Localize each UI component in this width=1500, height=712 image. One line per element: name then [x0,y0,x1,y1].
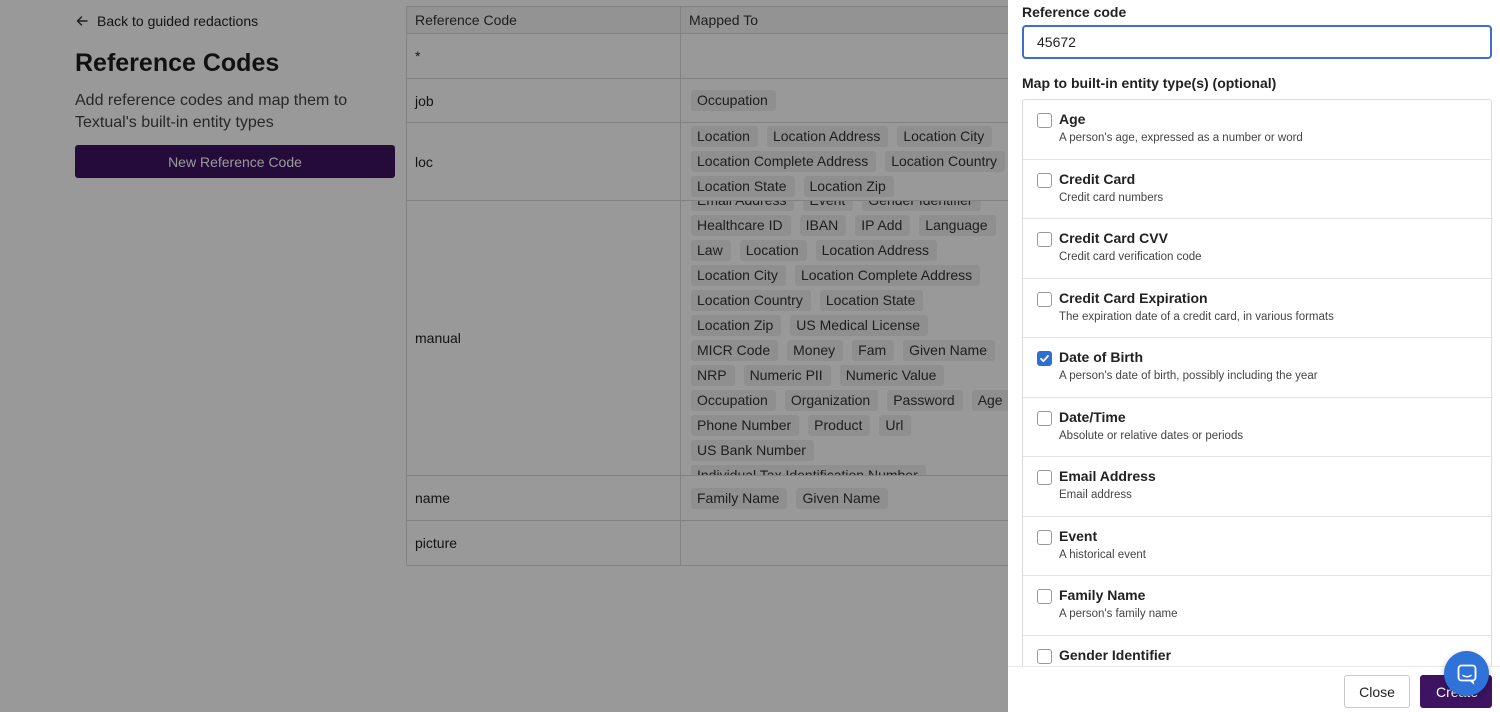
entity-type-description: Email address [1059,489,1132,501]
entity-type-option[interactable]: Family Name A person's family name [1023,576,1491,636]
entity-type-option[interactable]: Age A person's age, expressed as a number… [1023,100,1491,160]
entity-type-name: Event [1059,527,1098,544]
entity-type-option[interactable]: Credit Card Expiration The expiration dat… [1023,279,1491,338]
check-icon [1040,355,1049,363]
entity-type-list[interactable]: Age A person's age, expressed as a number… [1022,99,1492,666]
modal-backdrop[interactable] [0,0,1008,712]
entity-type-option[interactable]: Gender Identifier [1023,636,1491,667]
entity-type-description: Absolute or relative dates or periods [1059,429,1244,442]
checkbox[interactable] [1037,529,1052,545]
checkbox[interactable] [1037,113,1052,128]
chat-bubble-icon [1457,664,1476,685]
entity-type-name: Date/Time [1059,408,1126,425]
checkbox[interactable] [1037,232,1052,247]
create-reference-code-drawer: Reference code Map to built-in entity ty… [1008,0,1500,712]
entity-type-description: A person's age, expressed as a number or… [1059,132,1303,144]
reference-code-label: Reference code [1022,4,1127,20]
entity-type-option[interactable]: Credit Card Credit card numbers [1023,160,1491,219]
checkbox[interactable] [1037,172,1052,188]
entity-type-option[interactable]: Date of Birth A person's date of birth, p… [1023,338,1491,398]
entity-type-name: Email Address [1059,468,1156,484]
entity-type-description: A person's family name [1059,608,1178,620]
entity-type-description: A person's date of birth, possibly inclu… [1059,370,1318,382]
checkbox[interactable] [1037,351,1052,366]
entity-type-option[interactable]: Email Address Email address [1023,457,1491,517]
reference-code-input[interactable] [1022,25,1492,59]
drawer-footer: Close Create [1008,666,1500,712]
close-button[interactable]: Close [1344,675,1410,708]
entity-type-name: Credit Card CVV [1059,230,1168,246]
entity-type-name: Date of Birth [1059,349,1143,365]
checkbox[interactable] [1037,648,1052,664]
checkbox[interactable] [1037,410,1052,426]
checkbox[interactable] [1037,470,1052,485]
entity-type-option[interactable]: Event A historical event [1023,517,1491,576]
entity-type-option[interactable]: Credit Card CVV Credit card verification … [1023,219,1491,279]
entity-type-name: Age [1059,111,1086,127]
entity-type-description: Credit card verification code [1059,251,1202,263]
entity-type-name: Gender Identifier [1059,646,1172,663]
entity-type-description: A historical event [1059,548,1146,561]
entity-type-description: The expiration date of a credit card, in… [1059,310,1334,323]
entity-type-name: Credit Card Expiration [1059,289,1208,306]
entity-type-option[interactable]: Date/Time Absolute or relative dates or p… [1023,398,1491,457]
entity-type-description: Credit card numbers [1059,191,1164,204]
chat-launcher-button[interactable] [1444,651,1489,696]
entity-type-name: Credit Card [1059,170,1136,187]
map-entity-types-label: Map to built-in entity type(s) (optional… [1022,75,1277,91]
checkbox[interactable] [1037,291,1052,307]
entity-type-name: Family Name [1059,587,1146,603]
checkbox[interactable] [1037,589,1052,604]
